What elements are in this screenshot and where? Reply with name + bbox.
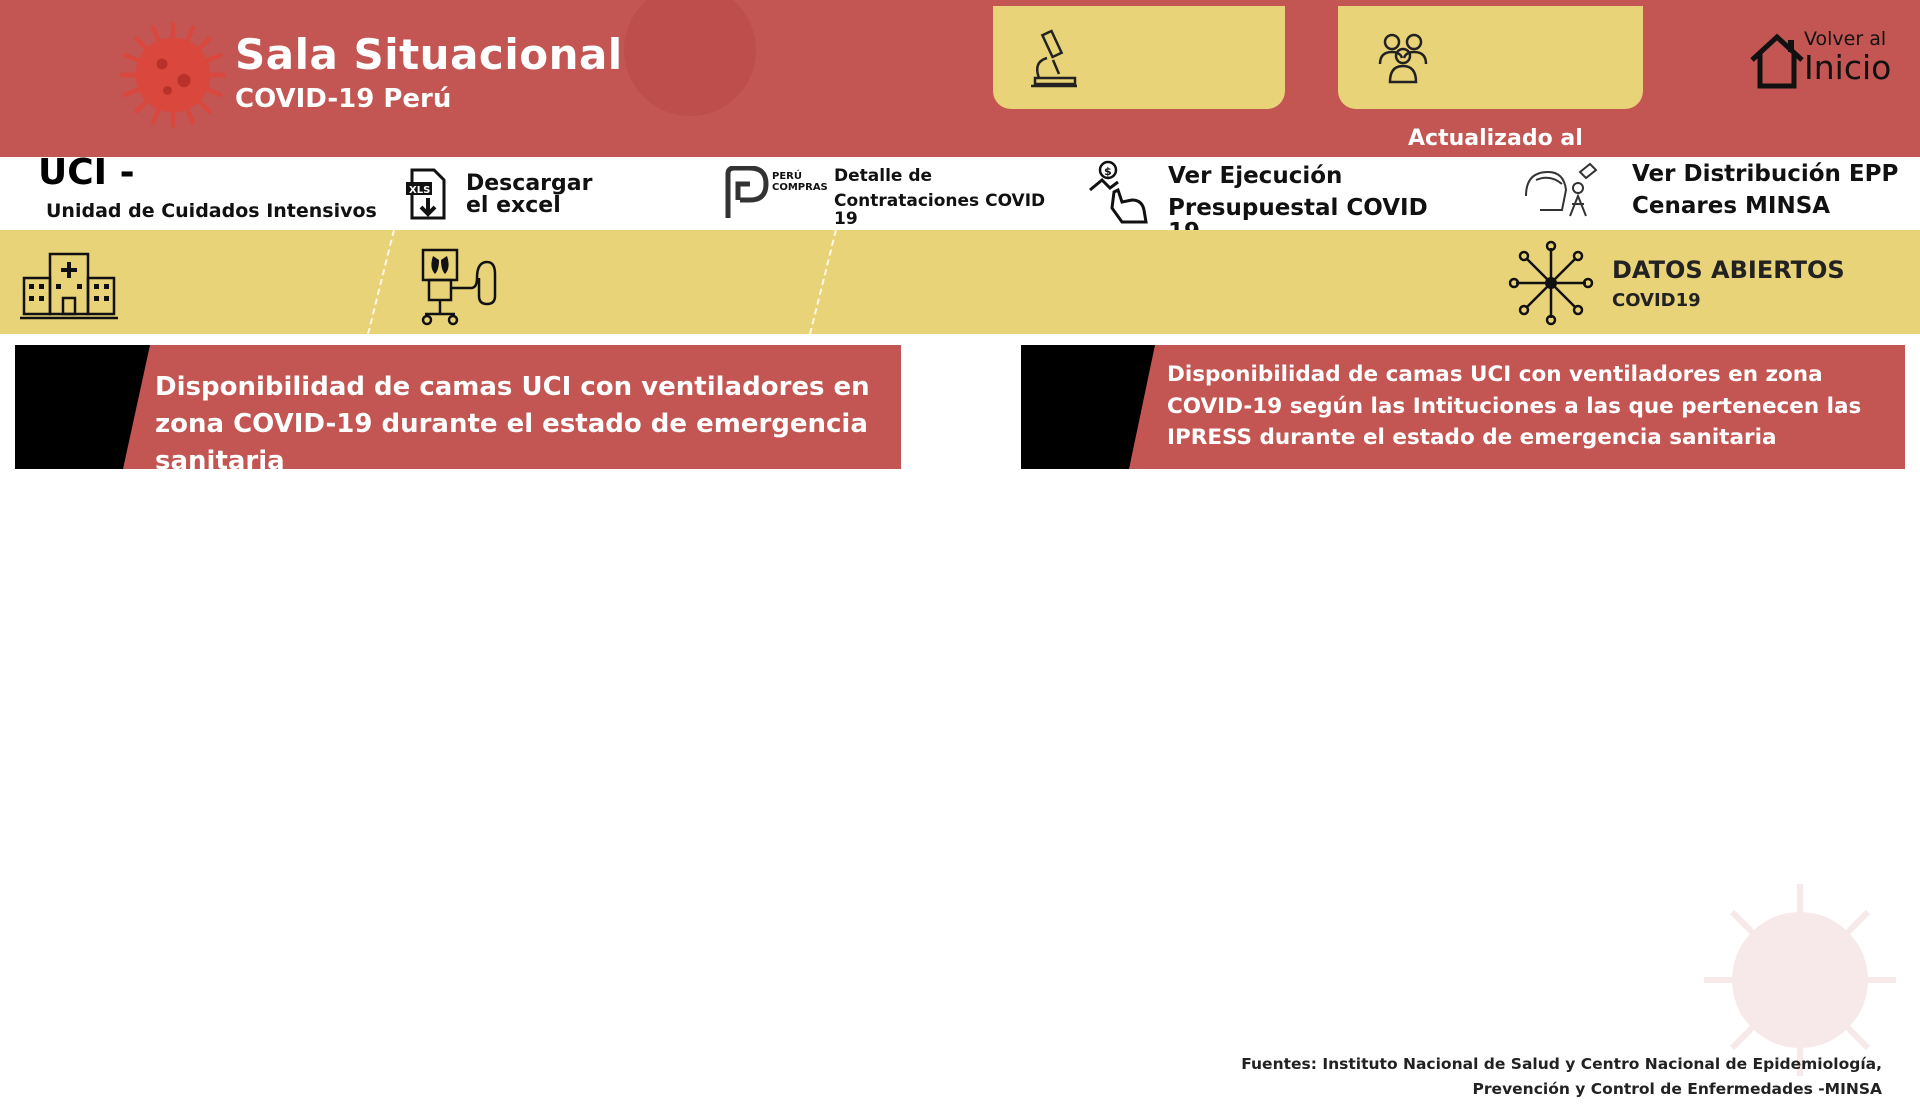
nav-hospital-button[interactable] xyxy=(20,248,120,324)
open-data-subtitle: COVID19 xyxy=(1612,290,1701,311)
band-divider xyxy=(809,230,837,334)
app-subtitle: COVID-19 Perú xyxy=(235,84,452,114)
nav-ventilator-button[interactable] xyxy=(415,248,501,328)
people-group-icon xyxy=(1378,33,1428,84)
peru-compras-logo-top: PERÚ xyxy=(772,171,802,182)
sources-line-1: Fuentes: Instituto Nacional de Salud y C… xyxy=(1241,1055,1882,1073)
app-title: Sala Situacional xyxy=(235,30,623,79)
svg-text:$: $ xyxy=(1104,165,1112,178)
contracts-detail-link[interactable]: PERÚ COMPRAS Detalle de Contrataciones C… xyxy=(722,162,1062,228)
home-icon xyxy=(1750,33,1804,89)
compras-label-2: Contrataciones COVID 19 xyxy=(834,191,1046,229)
open-data-link[interactable]: DATOS ABIERTOS COVID19 xyxy=(1508,240,1848,326)
epp-label-1: Ver Distribución EPP xyxy=(1632,161,1899,187)
epp-distribution-link[interactable]: Ver Distribución EPP Cenares MINSA xyxy=(1520,156,1900,226)
panel-black-tab xyxy=(1021,345,1155,469)
section-title: UCI - xyxy=(38,152,135,193)
microscope-icon xyxy=(1031,29,1077,88)
home-label-small: Volver al xyxy=(1804,28,1887,50)
budget-execution-link[interactable]: $ Ver Ejecución Presupuestal COVID 19 xyxy=(1088,160,1448,244)
budget-label-1: Ver Ejecución xyxy=(1168,163,1343,189)
ppe-icon xyxy=(1525,162,1598,217)
home-label-big: Inicio xyxy=(1804,48,1892,87)
excel-label-1: Descargar xyxy=(466,171,593,196)
home-button[interactable]: Volver al Inicio xyxy=(1748,28,1898,98)
virus-logo-icon xyxy=(120,22,226,128)
section-subtitle: Unidad de Cuidados Intensivos xyxy=(46,200,377,222)
panel-left-title: Disponibilidad de camas UCI con ventilad… xyxy=(155,372,870,469)
sources-note: Fuentes: Instituto Nacional de Salud y C… xyxy=(1241,1052,1882,1102)
tab-population[interactable] xyxy=(1338,6,1643,109)
peru-compras-logo-bottom: COMPRAS xyxy=(772,182,828,193)
panel-header-left: Disponibilidad de camas UCI con ventilad… xyxy=(15,345,901,469)
compras-label-1: Detalle de xyxy=(834,166,933,186)
panel-right-title: Disponibilidad de camas UCI con ventilad… xyxy=(1167,362,1862,450)
panel-black-tab xyxy=(15,345,150,469)
hospital-icon xyxy=(20,252,118,320)
header-bar: Sala Situacional COVID-19 Perú Actualiza… xyxy=(0,0,1920,157)
svg-text:XLS: XLS xyxy=(409,185,430,196)
navigation-band: DATOS ABIERTOS COVID19 xyxy=(0,230,1920,334)
band-divider xyxy=(367,230,395,334)
sources-line-2: Prevención y Control de Enfermedades -MI… xyxy=(1472,1080,1882,1098)
updated-label: Actualizado al xyxy=(1408,126,1583,151)
background-virus-icon xyxy=(1704,884,1896,1076)
excel-label-2: el excel xyxy=(466,193,561,218)
open-data-icon xyxy=(1508,240,1594,326)
peru-compras-logo-icon xyxy=(725,166,769,218)
budget-hand-icon: $ xyxy=(1089,160,1148,224)
xls-download-icon: XLS xyxy=(406,168,446,220)
open-data-title: DATOS ABIERTOS xyxy=(1612,256,1845,284)
panel-header-right: Disponibilidad de camas UCI con ventilad… xyxy=(1021,345,1905,469)
ventilator-icon xyxy=(421,248,497,326)
download-excel-button[interactable]: XLS Descargar el excel xyxy=(404,168,594,226)
epp-label-2: Cenares MINSA xyxy=(1632,193,1831,219)
tab-laboratory[interactable] xyxy=(993,6,1285,109)
